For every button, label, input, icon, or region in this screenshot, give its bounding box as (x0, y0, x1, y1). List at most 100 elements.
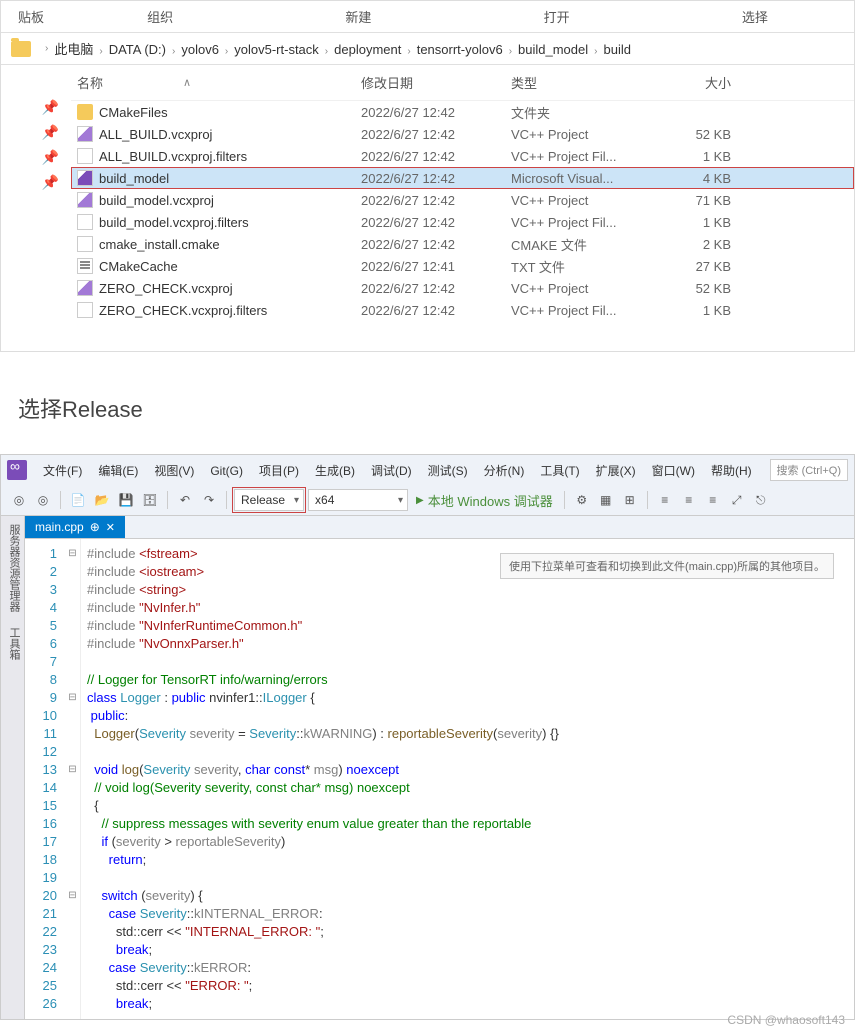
menu-item[interactable]: 项目(P) (251, 462, 307, 480)
sidebar-toolbox[interactable]: 工具箱 (8, 627, 20, 660)
nav-back-icon[interactable]: ◎ (9, 490, 29, 510)
editor-tabs: main.cpp ⊕ ✕ (25, 516, 854, 539)
tool-icon[interactable]: ⚙ (572, 490, 592, 510)
file-row[interactable]: CMakeFiles2022/6/27 12:42文件夹 (71, 101, 854, 123)
ribbon-org[interactable]: 组织 (61, 7, 259, 26)
tool-icon[interactable]: ⊞ (620, 490, 640, 510)
save-all-icon[interactable]: 🗄 (140, 490, 160, 510)
vs-editor: main.cpp ⊕ ✕ 使用下拉菜单可查看和切换到此文件(main.cpp)所… (25, 516, 854, 1019)
vs-sidebar[interactable]: 服务器资源管理器 工具箱 (1, 516, 25, 1019)
file-row[interactable]: CMakeCache2022/6/27 12:41TXT 文件27 KB (71, 255, 854, 277)
col-size[interactable]: 大小 (661, 73, 741, 92)
sort-asc-icon: ∧ (183, 76, 191, 89)
breadcrumb-item[interactable]: yolov5-rt-stack (234, 42, 319, 57)
config-dropdown[interactable]: Release (234, 489, 304, 511)
folder-icon (11, 41, 31, 57)
breadcrumb-item[interactable]: deployment (334, 42, 401, 57)
sln-icon (77, 170, 93, 186)
code-content[interactable]: #include <fstream>#include <iostream>#in… (81, 539, 854, 1019)
ribbon-new[interactable]: 新建 (259, 7, 457, 26)
tool-icon[interactable]: ≡ (703, 490, 723, 510)
pin-icon[interactable]: 📌 (1, 95, 71, 120)
code-editor[interactable]: 使用下拉菜单可查看和切换到此文件(main.cpp)所属的其他项目。 12345… (25, 539, 854, 1019)
menu-item[interactable]: 生成(B) (307, 462, 363, 480)
filters-icon (77, 148, 93, 164)
vcxproj-icon (77, 126, 93, 142)
redo-icon[interactable]: ↷ (199, 490, 219, 510)
file-row[interactable]: cmake_install.cmake2022/6/27 12:42CMAKE … (71, 233, 854, 255)
open-icon[interactable]: 📂 (92, 490, 112, 510)
pin-icon[interactable]: 📌 (1, 170, 71, 195)
visual-studio: 文件(F)编辑(E)视图(V)Git(G)项目(P)生成(B)调试(D)测试(S… (0, 454, 855, 1020)
section-heading: 选择Release (18, 392, 855, 424)
file-row[interactable]: ZERO_CHECK.vcxproj2022/6/27 12:42VC++ Pr… (71, 277, 854, 299)
platform-dropdown[interactable]: x64 (308, 489, 408, 511)
pin-icon[interactable]: 📌 (1, 120, 71, 145)
file-row[interactable]: build_model.vcxproj.filters2022/6/27 12:… (71, 211, 854, 233)
file-explorer: 贴板 组织 新建 打开 选择 › 此电脑 › DATA (D:) › yolov6 › yo… (0, 0, 855, 352)
pin-icon[interactable]: ⊕ (90, 520, 100, 534)
save-icon[interactable]: 💾 (116, 490, 136, 510)
file-row[interactable]: build_model.vcxproj2022/6/27 12:42VC++ P… (71, 189, 854, 211)
file-row[interactable]: build_model2022/6/27 12:42Microsoft Visu… (71, 167, 854, 189)
close-icon[interactable]: ✕ (106, 521, 115, 534)
menu-item[interactable]: 调试(D) (363, 462, 420, 480)
undo-icon[interactable]: ↶ (175, 490, 195, 510)
menu-item[interactable]: 扩展(X) (588, 462, 644, 480)
tool-icon[interactable]: ≡ (679, 490, 699, 510)
menu-item[interactable]: 分析(N) (476, 462, 533, 480)
col-date[interactable]: 修改日期 (361, 73, 511, 92)
ribbon-open[interactable]: 打开 (458, 7, 656, 26)
menu-item[interactable]: 工具(T) (532, 462, 587, 480)
menu-item[interactable]: 测试(S) (420, 462, 476, 480)
breadcrumb-item[interactable]: build (603, 42, 630, 57)
breadcrumb-item[interactable]: tensorrt-yolov6 (417, 42, 503, 57)
new-icon[interactable]: 📄 (68, 490, 88, 510)
sidebar-server-explorer[interactable]: 服务器资源管理器 (8, 524, 20, 612)
start-debug-button[interactable]: 本地 Windows 调试器 (412, 491, 557, 510)
breadcrumb-item[interactable]: DATA (D:) (109, 42, 166, 57)
file-row[interactable]: ALL_BUILD.vcxproj2022/6/27 12:42VC++ Pro… (71, 123, 854, 145)
breadcrumb-item[interactable]: 此电脑 (54, 42, 93, 57)
menu-item[interactable]: 文件(F) (35, 462, 90, 480)
tool-icon[interactable]: ⤢ (727, 490, 747, 510)
vs-logo-icon (7, 460, 27, 480)
vs-menu-bar: 文件(F)编辑(E)视图(V)Git(G)项目(P)生成(B)调试(D)测试(S… (1, 455, 854, 485)
filters-icon (77, 302, 93, 318)
chevron-right-icon: › (45, 43, 48, 54)
menu-item[interactable]: 视图(V) (146, 462, 202, 480)
col-type[interactable]: 类型 (511, 73, 661, 92)
ribbon: 贴板 组织 新建 打开 选择 (1, 1, 854, 33)
txt-icon (77, 258, 93, 274)
chevron-right-icon: › (99, 46, 102, 57)
menu-item[interactable]: 编辑(E) (90, 462, 146, 480)
file-row[interactable]: ALL_BUILD.vcxproj.filters2022/6/27 12:42… (71, 145, 854, 167)
file-row[interactable]: ZERO_CHECK.vcxproj.filters2022/6/27 12:4… (71, 299, 854, 321)
ribbon-select[interactable]: 选择 (656, 7, 854, 26)
tool-icon[interactable]: ▦ (596, 490, 616, 510)
chevron-right-icon: › (509, 46, 512, 57)
menu-item[interactable]: 窗口(W) (644, 462, 703, 480)
tool-icon[interactable]: ⎋ (751, 490, 771, 510)
chevron-right-icon: › (172, 46, 175, 57)
ribbon-paste[interactable]: 贴板 (1, 7, 61, 26)
watermark: CSDN @whaosoft143 (727, 1013, 845, 1027)
pin-icon[interactable]: 📌 (1, 145, 71, 170)
nav-fwd-icon[interactable]: ◎ (33, 490, 53, 510)
menu-item[interactable]: Git(G) (202, 462, 251, 480)
breadcrumb[interactable]: › 此电脑 › DATA (D:) › yolov6 › yolov5-rt-stack › d… (1, 33, 854, 65)
vcxproj-icon (77, 192, 93, 208)
column-headers: 名称∧ 修改日期 类型 大小 (71, 65, 854, 101)
tool-icon[interactable]: ≡ (655, 490, 675, 510)
col-name[interactable]: 名称∧ (71, 73, 361, 92)
menu-item[interactable]: 帮助(H) (703, 462, 760, 480)
fold-column[interactable]: ⊟⊟⊟⊟ (65, 539, 81, 1019)
tooltip: 使用下拉菜单可查看和切换到此文件(main.cpp)所属的其他项目。 (500, 553, 834, 579)
breadcrumb-item[interactable]: build_model (518, 42, 588, 57)
chevron-right-icon: › (225, 46, 228, 57)
search-input[interactable]: 搜索 (Ctrl+Q) (770, 459, 848, 481)
chevron-right-icon: › (407, 46, 410, 57)
breadcrumb-item[interactable]: yolov6 (181, 42, 219, 57)
file-table: 名称∧ 修改日期 类型 大小 CMakeFiles2022/6/27 12:42… (71, 65, 854, 321)
tab-main-cpp[interactable]: main.cpp ⊕ ✕ (25, 516, 125, 538)
